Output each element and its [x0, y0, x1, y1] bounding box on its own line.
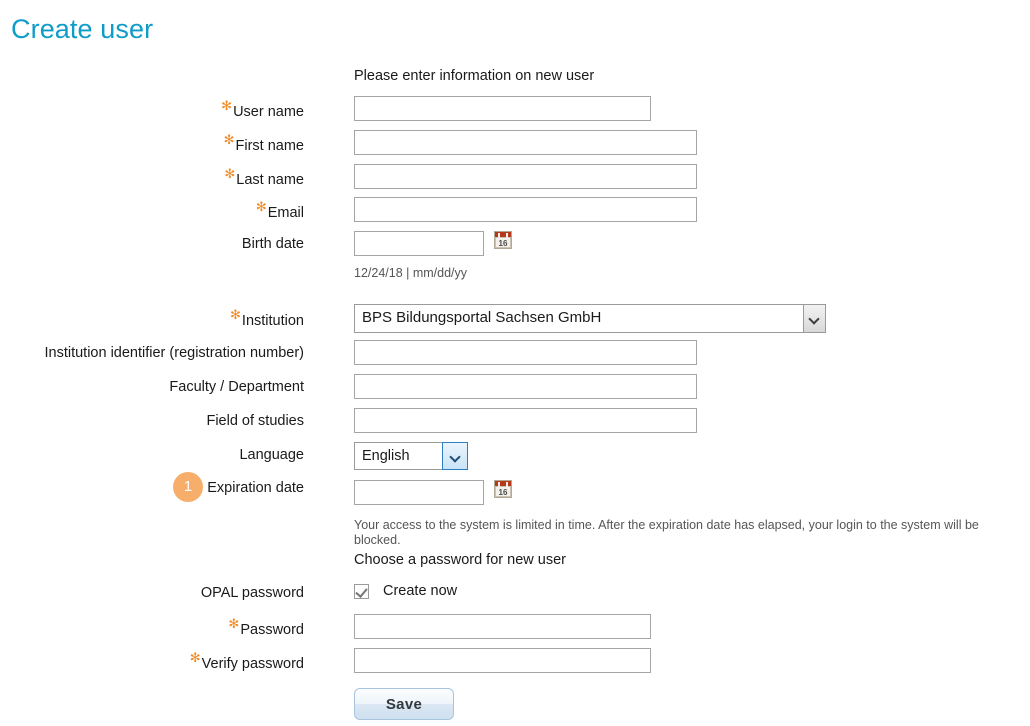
label-text-expiration-date: Expiration date	[207, 480, 304, 496]
create-user-form: Please enter information on new user ✻Us…	[0, 68, 1030, 726]
label-text-field-of-studies: Field of studies	[206, 413, 304, 429]
institution-identifier-input[interactable]	[354, 340, 697, 365]
row-last-name: ✻Last name	[0, 164, 1030, 197]
row-expiration-hint: Your access to the system is limited in …	[0, 505, 1030, 552]
label-opal-password: OPAL password	[0, 583, 304, 602]
label-expiration-date: 1 Expiration date	[0, 472, 304, 502]
row-faculty: Faculty / Department	[0, 374, 1030, 408]
label-last-name: ✻Last name	[0, 164, 304, 189]
language-dropdown-button[interactable]	[442, 442, 468, 470]
label-faculty: Faculty / Department	[0, 374, 304, 396]
email-input[interactable]	[354, 197, 697, 222]
label-text-institution: Institution	[241, 312, 304, 329]
password-input[interactable]	[354, 614, 651, 639]
last-name-input[interactable]	[354, 164, 697, 189]
row-birth-date: Birth date 16	[0, 231, 1030, 261]
label-institution: ✻Institution	[0, 304, 304, 330]
required-marker-password: ✻	[228, 616, 240, 631]
row-email: ✻Email	[0, 197, 1030, 231]
label-text-opal-password: OPAL password	[200, 585, 304, 601]
password-heading: Choose a password for new user	[354, 552, 566, 568]
step-badge-1: 1	[173, 472, 203, 502]
row-expiration-date: 1 Expiration date 16	[0, 472, 1030, 505]
birth-date-format-hint: 12/24/18 | mm/dd/yy	[354, 266, 468, 280]
label-verify-password: ✻Verify password	[0, 648, 304, 673]
faculty-input[interactable]	[354, 374, 697, 399]
label-text-verify-password: Verify password	[201, 655, 304, 672]
label-field-of-studies: Field of studies	[0, 408, 304, 430]
row-user-name: ✻User name	[0, 96, 1030, 130]
chevron-down-icon	[810, 314, 819, 323]
create-now-checkbox-row: Create now	[354, 583, 1030, 600]
institution-dropdown-button[interactable]	[803, 305, 825, 332]
row-field-of-studies: Field of studies	[0, 408, 1030, 442]
first-name-input[interactable]	[354, 130, 697, 155]
label-email: ✻Email	[0, 197, 304, 222]
required-marker-email: ✻	[255, 199, 267, 214]
label-text-password: Password	[240, 621, 304, 638]
expiration-date-input[interactable]	[354, 480, 484, 505]
label-first-name: ✻First name	[0, 130, 304, 155]
page-title: Create user	[11, 14, 154, 44]
label-text-first-name: First name	[235, 137, 305, 154]
row-opal-password: OPAL password Create now	[0, 583, 1030, 614]
calendar-icon-day: 16	[496, 487, 510, 497]
required-marker-verify-password: ✻	[189, 650, 201, 665]
calendar-icon-day: 16	[496, 238, 510, 248]
calendar-icon[interactable]: 16	[494, 231, 512, 249]
label-text-user-name: User name	[233, 103, 304, 120]
row-institution: ✻Institution BPS Bildungsportal Sachsen …	[0, 304, 1030, 340]
language-selected-value: English	[362, 448, 410, 464]
calendar-icon[interactable]: 16	[494, 480, 512, 498]
institution-selected-value: BPS Bildungsportal Sachsen GmbH	[362, 309, 602, 326]
row-birth-date-hint: 12/24/18 | mm/dd/yy	[0, 261, 1030, 304]
required-marker-last-name: ✻	[224, 166, 236, 181]
password-section-header-row: Choose a password for new user	[0, 552, 1030, 583]
label-text-faculty: Faculty / Department	[169, 379, 304, 395]
label-text-birth-date: Birth date	[241, 236, 304, 252]
language-select[interactable]: English	[354, 442, 468, 470]
create-now-checkbox[interactable]	[354, 584, 369, 599]
expiration-date-hint: Your access to the system is limited in …	[354, 518, 979, 547]
label-institution-identifier: Institution identifier (registration num…	[0, 340, 304, 362]
required-marker-user-name: ✻	[221, 98, 233, 113]
create-now-checkbox-label[interactable]: Create now	[383, 583, 457, 600]
row-language: Language English	[0, 442, 1030, 475]
chevron-down-icon	[451, 452, 460, 461]
user-info-heading: Please enter information on new user	[354, 68, 595, 84]
birth-date-input[interactable]	[354, 231, 484, 256]
required-marker-first-name: ✻	[223, 132, 235, 147]
required-marker-institution: ✻	[230, 307, 241, 322]
label-text-institution-identifier: Institution identifier (registration num…	[44, 345, 304, 361]
user-name-input[interactable]	[354, 96, 651, 121]
label-text-last-name: Last name	[236, 171, 304, 188]
row-verify-password: ✻Verify password	[0, 648, 1030, 686]
label-language: Language	[0, 442, 304, 464]
save-button[interactable]: Save	[354, 688, 454, 720]
label-user-name: ✻User name	[0, 96, 304, 121]
field-of-studies-input[interactable]	[354, 408, 697, 433]
label-birth-date: Birth date	[0, 231, 304, 253]
row-institution-identifier: Institution identifier (registration num…	[0, 340, 1030, 374]
user-info-section-header-row: Please enter information on new user	[0, 68, 1030, 96]
row-first-name: ✻First name	[0, 130, 1030, 164]
row-save: Save	[0, 686, 1030, 726]
row-password: ✻Password	[0, 614, 1030, 648]
label-password: ✻Password	[0, 614, 304, 639]
verify-password-input[interactable]	[354, 648, 651, 673]
label-text-language: Language	[239, 447, 304, 463]
label-text-email: Email	[267, 204, 304, 221]
institution-select[interactable]: BPS Bildungsportal Sachsen GmbH	[354, 304, 826, 333]
